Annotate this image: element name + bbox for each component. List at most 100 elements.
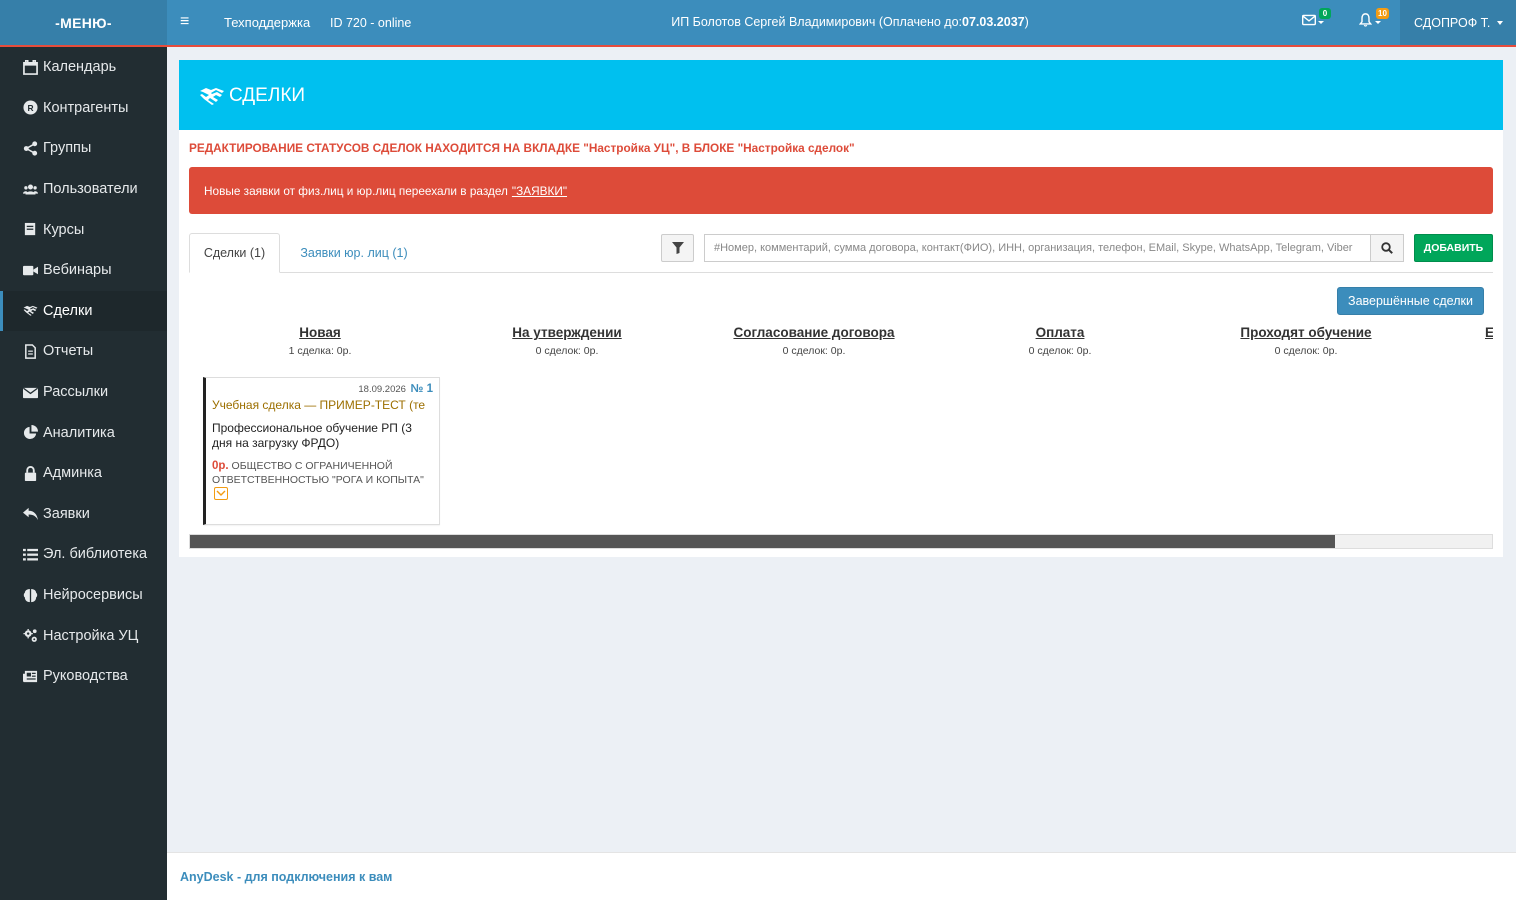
sidebar-item-label: Эл. библиотека [43,546,148,563]
search-button[interactable] [1370,234,1404,262]
sidebar-item[interactable]: Группы [0,128,167,169]
sidebar-item[interactable]: Календарь [0,47,167,88]
hamburger-icon[interactable]: ≡ [180,12,196,32]
pie-chart-icon [21,424,39,442]
envelope-icon [1302,14,1316,26]
users-icon [21,180,39,198]
card-number[interactable]: № 1 [411,383,433,395]
mail-button[interactable]: 0 [1302,8,1331,33]
deal-card[interactable]: 18.09.2026 № 1 Учебная сделка — ПРИМЕР-Т… [203,377,440,525]
checkmark-icon[interactable] [214,487,228,500]
column-training: Проходят обучение 0 сделок: 0р. [1183,325,1429,357]
kanban-board: Новая 1 сделка: 0р. На утверждении 0 сде… [189,325,1493,531]
sidebar-item[interactable]: Нейросервисы [0,575,167,616]
user-menu[interactable]: СДОПРОФ Т. [1400,0,1516,45]
sidebar-item[interactable]: Отчеты [0,331,167,372]
sidebar-item-label: Пользователи [43,181,138,198]
support-link[interactable]: Техподдержка [224,15,310,30]
column-new: Новая 1 сделка: 0р. [197,325,443,357]
column-contract: Согласование договора 0 сделок: 0р. [691,325,937,357]
card-date: 18.09.2026 [358,384,406,395]
sidebar-item[interactable]: Админка [0,453,167,494]
sidebar-item-label: Вебинары [43,262,112,279]
owner-text: ИП Болотов Сергей Владимирович (Оплачено… [671,15,963,29]
horizontal-scrollbar[interactable] [189,534,1493,549]
filter-button[interactable] [661,234,694,262]
column-title[interactable]: Е [1485,325,1493,340]
envelope-icon [21,383,39,401]
share-icon [21,139,39,157]
owner-info: ИП Болотов Сергей Владимирович (Оплачено… [560,15,1140,29]
registered-icon: R [21,99,39,117]
sidebar-item[interactable]: R Контрагенты [0,88,167,129]
column-summary: 0 сделок: 0р. [1274,345,1338,357]
column-payment: Оплата 0 сделок: 0р. [937,325,1183,357]
column-summary: 0 сделок: 0р. [535,345,599,357]
tab-deals[interactable]: Сделки (1) [189,233,280,273]
requests-moved-alert: Новые заявки от физ.лиц и юр.лиц перееха… [189,167,1493,214]
top-navbar: -МЕНЮ- ≡ Техподдержка ID 720 - online ИП… [0,0,1516,47]
mail-count-badge: 0 [1319,8,1331,19]
column-summary: 0 сделок: 0р. [1028,345,1092,357]
card-org: ОБЩЕСТВО С ОГРАНИЧЕННОЙ ОТВЕТСТВЕННОСТЬЮ… [212,460,424,486]
sidebar-item[interactable]: Аналитика [0,412,167,453]
sidebar-item-label: Сделки [43,302,93,319]
brain-icon [21,586,39,604]
menu-brand[interactable]: -МЕНЮ- [0,0,167,45]
search-icon [1381,242,1393,254]
sidebar-item[interactable]: Заявки [0,494,167,535]
deals-panel: СДЕЛКИ РЕДАКТИРОВАНИЕ СТАТУСОВ СДЕЛОК НА… [179,60,1503,557]
sidebar-item[interactable]: Рассылки [0,372,167,413]
handshake-icon [200,87,224,105]
column-summary: 1 сделка: 0р. [288,345,352,357]
sidebar-item[interactable]: Сделки [0,290,167,332]
svg-text:R: R [27,103,33,113]
status-edit-warning: РЕДАКТИРОВАНИЕ СТАТУСОВ СДЕЛОК НАХОДИТСЯ… [189,141,855,155]
completed-deals-button[interactable]: Завершённые сделки [1337,287,1484,315]
card-course: Профессиональное обучение РП (3 дня на з… [212,421,412,450]
sidebar-item-label: Аналитика [43,424,115,441]
sidebar-item-label: Админка [43,465,102,482]
sidebar-item-label: Контрагенты [43,99,129,116]
sidebar-item[interactable]: Эл. библиотека [0,534,167,575]
card-org-line: 0р. ОБЩЕСТВО С ОГРАНИЧЕННОЙ ОТВЕТСТВЕННО… [212,459,433,501]
session-status: ID 720 - online [330,16,412,30]
anydesk-footer-link[interactable]: AnyDesk - для подключения к вам [167,852,1516,900]
sidebar-item[interactable]: Настройка УЦ [0,615,167,656]
sidebar-item-label: Группы [43,140,92,157]
book-icon [21,221,39,239]
sidebar-item[interactable]: Вебинары [0,250,167,291]
card-title[interactable]: Учебная сделка — ПРИМЕР-ТЕСТ (те [212,398,433,412]
column-title[interactable]: Новая [197,325,443,340]
filter-icon [671,242,684,254]
column-title[interactable]: Согласование договора [691,325,937,340]
sidebar-item[interactable]: Пользователи [0,169,167,210]
alert-text: Новые заявки от физ.лиц и юр.лиц перееха… [204,183,508,198]
sidebar-item[interactable]: Курсы [0,209,167,250]
search-input[interactable] [704,234,1370,262]
column-approval: На утверждении 0 сделок: 0р. [444,325,690,357]
column-title[interactable]: На утверждении [444,325,690,340]
sidebar-item-label: Нейросервисы [43,587,143,604]
notify-count-badge: 10 [1376,8,1389,19]
sidebar-item-label: Курсы [43,221,85,238]
column-title[interactable]: Проходят обучение [1183,325,1429,340]
lock-icon [21,464,39,482]
sidebar-item-label: Календарь [43,59,117,76]
calendar-icon [21,58,39,76]
column-summary: 0 сделок: 0р. [782,345,846,357]
list-icon [21,545,39,563]
column-title[interactable]: Оплата [937,325,1183,340]
add-deal-button[interactable]: ДОБАВИТЬ [1414,234,1493,262]
reply-icon [21,505,39,523]
tab-legal-requests[interactable]: Заявки юр. лиц (1) [294,233,414,273]
scrollbar-thumb[interactable] [190,535,1335,548]
sidebar-item[interactable]: Руководства [0,656,167,697]
card-meta: 18.09.2026 № 1 [212,383,433,395]
bell-icon [1358,13,1373,27]
sidebar-item-label: Заявки [43,505,90,522]
chevron-down-icon [1497,20,1504,25]
requests-link[interactable]: "ЗАЯВКИ" [512,184,567,198]
paid-until: 07.03.2037 [962,15,1025,29]
notifications-button[interactable]: 10 [1358,8,1389,33]
